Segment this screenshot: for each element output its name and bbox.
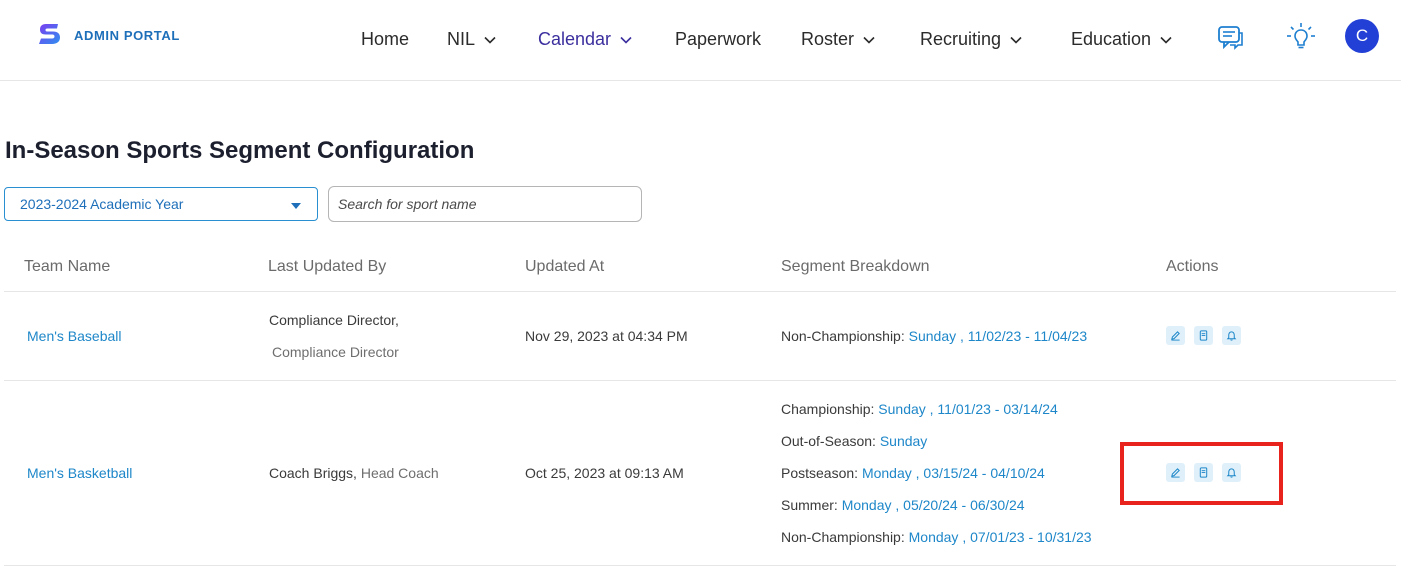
chevron-down-icon — [484, 36, 496, 44]
updated-by-name: Compliance Director, — [269, 312, 399, 328]
nav-recruiting[interactable]: Recruiting — [920, 29, 1022, 50]
updated-by-role: Head Coach — [360, 465, 439, 481]
highlight-annotation-box — [1120, 442, 1283, 505]
user-avatar[interactable]: C — [1345, 19, 1379, 53]
segment-label: Championship: — [781, 401, 879, 417]
segment-value: Sunday , 11/02/23 - 11/04/23 — [908, 328, 1088, 344]
sport-search-input[interactable] — [328, 186, 642, 222]
nav-paperwork[interactable]: Paperwork — [675, 29, 761, 50]
column-header-team-name[interactable]: Team Name — [24, 258, 110, 276]
column-header-updated-at[interactable]: Updated At — [525, 258, 604, 276]
top-navbar: ADMIN PORTAL Home NIL Calendar Paperwork… — [0, 0, 1401, 81]
segment-value: Monday , 05/20/24 - 06/30/24 — [841, 497, 1025, 513]
column-header-actions: Actions — [1166, 258, 1219, 275]
nav-nil[interactable]: NIL — [447, 29, 496, 50]
segment-value: Monday , 03/15/24 - 04/10/24 — [861, 465, 1045, 481]
segment-line: Out-of-Season: Sunday — [781, 433, 927, 449]
edit-icon — [1171, 331, 1180, 341]
row-actions — [1166, 326, 1241, 345]
bell-icon — [1226, 331, 1237, 341]
updated-at: Nov 29, 2023 at 04:34 PM — [525, 328, 688, 344]
segment-line: Non-Championship: Monday , 07/01/23 - 10… — [781, 529, 1092, 545]
segment-label: Non-Championship: — [781, 328, 909, 344]
avatar-initial: C — [1355, 26, 1369, 45]
nav-home[interactable]: Home — [361, 29, 409, 50]
caret-down-icon — [291, 203, 301, 209]
table-divider — [4, 380, 1396, 381]
nav-nil-label: NIL — [447, 29, 476, 49]
column-header-last-updated-by[interactable]: Last Updated By — [268, 258, 386, 276]
nav-education-label: Education — [1071, 29, 1152, 49]
column-header-segment-breakdown[interactable]: Segment Breakdown — [781, 258, 930, 276]
segment-line: Summer: Monday , 05/20/24 - 06/30/24 — [781, 497, 1025, 513]
segment-value: Sunday — [879, 433, 928, 449]
document-button[interactable] — [1194, 326, 1213, 345]
chevron-down-icon — [1160, 36, 1172, 44]
nav-paperwork-label: Paperwork — [675, 29, 762, 49]
segment-line: Non-Championship: Sunday , 11/02/23 - 11… — [781, 328, 1087, 344]
segment-label: Postseason: — [781, 465, 862, 481]
chevron-down-icon — [620, 36, 632, 44]
notify-button[interactable] — [1222, 326, 1241, 345]
segment-value: Monday , 07/01/23 - 10/31/23 — [908, 529, 1092, 545]
segment-label: Non-Championship: — [781, 529, 909, 545]
updated-by-role: Compliance Director — [272, 344, 399, 360]
updated-by: Coach Briggs, Head Coach — [269, 465, 439, 481]
chat-icon[interactable] — [1217, 25, 1245, 51]
chevron-down-icon — [1010, 36, 1022, 44]
edit-button[interactable] — [1166, 326, 1185, 345]
page-title: In-Season Sports Segment Configuration — [5, 137, 475, 164]
team-name-link[interactable]: Men's Basketball — [27, 465, 132, 481]
academic-year-select[interactable]: 2023-2024 Academic Year — [4, 187, 318, 221]
lightbulb-icon[interactable] — [1286, 22, 1316, 52]
chevron-down-icon — [863, 36, 875, 44]
document-icon — [1199, 330, 1208, 341]
nav-calendar-label: Calendar — [538, 29, 612, 49]
nav-roster-label: Roster — [801, 29, 855, 49]
segment-line: Championship: Sunday , 11/01/23 - 03/14/… — [781, 401, 1058, 417]
updated-by-name: Coach Briggs, — [269, 465, 357, 481]
segment-value: Sunday , 11/01/23 - 03/14/24 — [878, 401, 1058, 417]
nav-home-label: Home — [361, 29, 410, 49]
table-divider — [4, 291, 1396, 292]
academic-year-value: 2023-2024 Academic Year — [20, 196, 184, 212]
segment-line: Postseason: Monday , 03/15/24 - 04/10/24 — [781, 465, 1045, 481]
nav-education[interactable]: Education — [1071, 29, 1172, 50]
updated-at: Oct 25, 2023 at 09:13 AM — [525, 465, 684, 481]
table-divider — [4, 565, 1396, 566]
segment-label: Summer: — [781, 497, 842, 513]
nav-calendar[interactable]: Calendar — [538, 29, 632, 50]
logo-icon — [39, 24, 60, 44]
logo-text: ADMIN PORTAL — [74, 27, 180, 43]
team-name-link[interactable]: Men's Baseball — [27, 328, 122, 344]
admin-portal-logo[interactable]: ADMIN PORTAL — [38, 22, 180, 48]
nav-recruiting-label: Recruiting — [920, 29, 1002, 49]
segment-label: Out-of-Season: — [781, 433, 880, 449]
nav-roster[interactable]: Roster — [801, 29, 875, 50]
